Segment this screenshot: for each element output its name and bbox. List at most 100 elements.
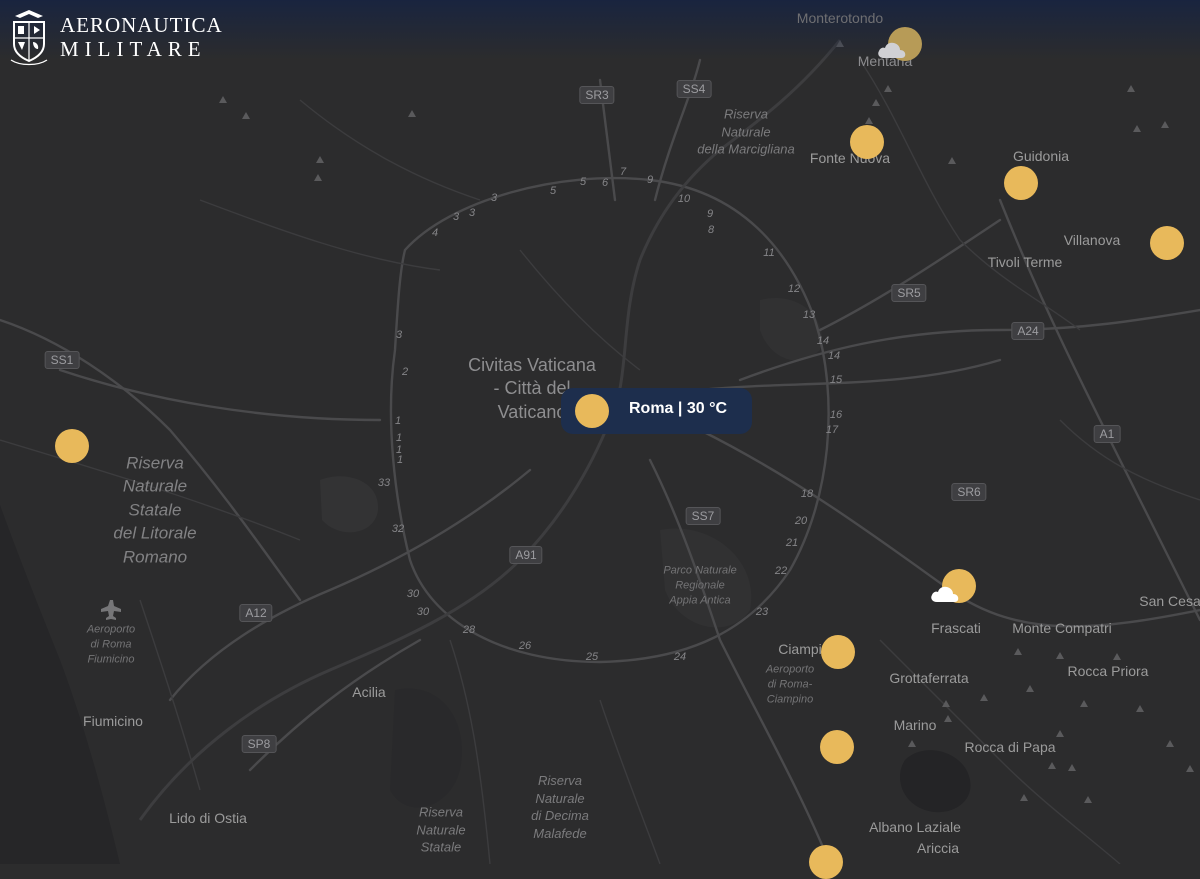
place-acilia: Acilia xyxy=(352,684,386,700)
junction-number: 26 xyxy=(518,640,532,652)
road-shield-ss1: SS1 xyxy=(44,351,80,369)
cloud-icon xyxy=(931,586,959,602)
road-shield-a1: A1 xyxy=(1093,425,1121,443)
area-line: Regionale xyxy=(675,579,725,592)
marker-albano[interactable] xyxy=(809,845,843,879)
junction-number: 11 xyxy=(763,247,775,259)
place-tivoli-terme: Tivoli Terme xyxy=(987,254,1063,270)
area-line: della Marcigliana xyxy=(697,141,795,157)
area-line: Appia Antica xyxy=(669,594,731,607)
area-line: Ciampino xyxy=(766,693,814,706)
junction-number: 32 xyxy=(391,523,405,535)
junction-number: 21 xyxy=(785,537,799,549)
place-frascati: Frascati xyxy=(931,620,981,636)
marker-roma[interactable] xyxy=(575,394,609,428)
road-shield-a24: A24 xyxy=(1011,322,1045,340)
area-line: Parco Naturale xyxy=(663,564,737,577)
logo-wordmark: Aeronautica Militare xyxy=(60,12,223,61)
road-shield-a12: A12 xyxy=(239,604,273,622)
area-line: del Litorale xyxy=(113,523,197,543)
marker-marino[interactable] xyxy=(820,730,854,764)
marker-tivoli[interactable] xyxy=(1150,226,1184,260)
road-shield-sp8: SP8 xyxy=(241,735,277,753)
area-aeroporto-ciampino: Aeroporto di Roma- Ciampino xyxy=(766,663,814,708)
junction-number: 3 xyxy=(490,192,498,204)
junction-number: 7 xyxy=(619,166,627,178)
aeronautica-militare-logo[interactable]: Aeronautica Militare xyxy=(8,8,223,66)
junction-number: 3 xyxy=(395,329,403,341)
place-fiumicino: Fiumicino xyxy=(83,713,143,729)
place-ariccia: Ariccia xyxy=(916,840,960,856)
marker-fiumicino-coast[interactable] xyxy=(55,429,89,463)
junction-number: 1 xyxy=(395,432,403,444)
area-line: di Roma- xyxy=(767,678,813,691)
junction-number: 2 xyxy=(401,366,409,378)
area-line: Malafede xyxy=(533,825,587,841)
marker-ciampino[interactable] xyxy=(821,635,855,669)
junction-number: 30 xyxy=(416,606,430,618)
road-shield-ss4: SS4 xyxy=(676,80,712,98)
area-line: Naturale xyxy=(122,476,188,496)
junction-number: 18 xyxy=(800,488,814,500)
place-monterotondo: Monterotondo xyxy=(796,10,884,26)
area-riserva-litorale: Riserva Naturale Statale del Litorale Ro… xyxy=(113,451,196,568)
cloud-icon xyxy=(878,42,906,58)
junction-number: 8 xyxy=(707,224,715,236)
junction-number: 9 xyxy=(646,174,654,186)
place-monte-compatri: Monte Compatri xyxy=(1012,620,1112,636)
area-line: Fiumicino xyxy=(87,653,135,666)
road-shield-ss7: SS7 xyxy=(685,507,721,525)
junction-number: 14 xyxy=(827,350,841,362)
area-aeroporto-fiumicino: Aeroporto di Roma Fiumicino xyxy=(87,623,135,668)
logo-line-2: Militare xyxy=(60,36,207,61)
area-line: Naturale xyxy=(416,822,466,838)
place-san-cesareo: San Cesa xyxy=(1139,593,1200,609)
junction-number: 20 xyxy=(794,515,808,527)
junction-number: 28 xyxy=(462,624,476,636)
junction-number: 9 xyxy=(706,208,714,220)
junction-number: 5 xyxy=(579,176,587,188)
place-albano-laziale: Albano Laziale xyxy=(869,819,961,835)
road-shield-sr5: SR5 xyxy=(891,284,927,302)
area-line: Riserva xyxy=(537,772,583,788)
junction-number: 6 xyxy=(601,177,609,189)
junction-number: 12 xyxy=(787,283,801,295)
area-line: di Roma xyxy=(90,638,132,651)
tooltip-label: Roma | 30 °C xyxy=(629,400,728,417)
junction-number: 25 xyxy=(585,651,599,663)
road-shield-sr6: SR6 xyxy=(951,483,987,501)
place-rocca-priora: Rocca Priora xyxy=(1067,663,1149,679)
area-line: Naturale xyxy=(535,790,585,806)
junction-number: 33 xyxy=(377,477,391,489)
junction-number: 17 xyxy=(825,424,839,436)
area-line: Riserva xyxy=(126,453,184,473)
road-shield-sr3: SR3 xyxy=(579,86,615,104)
area-line: Statale xyxy=(128,500,182,520)
junction-number: 3 xyxy=(452,211,460,223)
junction-number: 16 xyxy=(829,409,843,421)
area-riserva-decima: Riserva Naturale di Decima Malafede xyxy=(531,772,589,842)
junction-number: 1 xyxy=(396,454,404,466)
place-lido-di-ostia: Lido di Ostia xyxy=(169,810,247,826)
place-marino: Marino xyxy=(893,717,937,733)
marker-fonte-nuova[interactable] xyxy=(850,125,884,159)
junction-number: 30 xyxy=(406,588,420,600)
junction-number: 13 xyxy=(802,309,816,321)
junction-number: 22 xyxy=(774,565,788,577)
vatican-label-line-1: Civitas Vaticana xyxy=(468,354,596,375)
marker-guidonia[interactable] xyxy=(1004,166,1038,200)
junction-number: 1 xyxy=(394,415,402,427)
area-riserva-marcigliana: Riserva Naturale della Marcigliana xyxy=(697,106,795,159)
area-line: Aeroporto xyxy=(765,663,815,676)
area-line: Naturale xyxy=(721,124,771,140)
logo-line-1: Aeronautica xyxy=(60,12,223,37)
place-villanova: Villanova xyxy=(1063,232,1121,248)
junction-number: 10 xyxy=(677,193,691,205)
area-line: Statale xyxy=(420,839,462,855)
area-line: Riserva xyxy=(723,106,769,122)
place-grottaferrata: Grottaferrata xyxy=(889,670,969,686)
aeronautica-militare-crest-icon xyxy=(10,10,48,66)
area-line: di Decima xyxy=(531,808,589,823)
area-line: Romano xyxy=(122,547,188,567)
junction-number: 24 xyxy=(673,651,687,663)
